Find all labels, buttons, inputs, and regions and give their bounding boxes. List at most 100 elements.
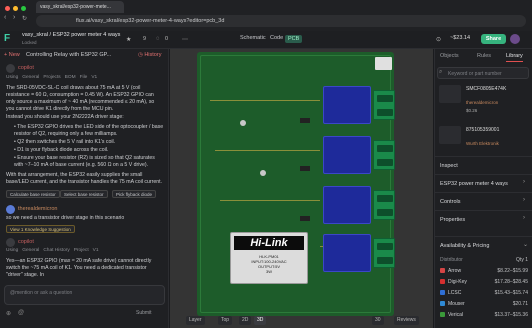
copper-trace: [320, 246, 323, 247]
terminal-slot: [377, 159, 393, 166]
tab-objects[interactable]: Objects: [440, 53, 459, 59]
action-chip[interactable]: Pick flyback diode: [112, 190, 157, 198]
collaborator-count: 9: [143, 36, 147, 42]
part-thumbnail[interactable]: [439, 126, 461, 144]
hilink-brand: Hi-Link: [234, 236, 304, 250]
terminal-slot: [377, 209, 393, 216]
distributor-price: $17.28–$28.45: [494, 279, 528, 285]
bom-price[interactable]: ~$23.14: [450, 35, 470, 41]
action-chip[interactable]: Select base resistor: [60, 190, 108, 198]
distributor-price: $8.22–$15.99: [497, 268, 528, 274]
section-inspect[interactable]: Inspect: [434, 156, 532, 174]
back-icon[interactable]: ‹: [4, 14, 6, 21]
message-paragraph: With that arrangement, the ESP32 easily …: [6, 172, 162, 185]
mode-schematic[interactable]: Schematic: [240, 35, 266, 41]
context-tab[interactable]: BOM: [65, 75, 76, 80]
layer-button[interactable]: Layer: [186, 316, 205, 325]
mention-icon[interactable]: @: [18, 310, 24, 316]
context-tab[interactable]: File: [80, 75, 88, 80]
part-name[interactable]: 875105359001: [466, 127, 499, 133]
chevron-down-icon: ⌄: [523, 242, 529, 248]
smd-component[interactable]: [300, 166, 310, 171]
maximize-window-button[interactable]: [21, 6, 26, 11]
context-tab[interactable]: General: [22, 248, 39, 253]
terminal-slot: [377, 145, 393, 152]
chat-input[interactable]: @mention or ask a question: [4, 285, 165, 305]
flux-logo-icon[interactable]: F: [4, 33, 16, 45]
library-search-input[interactable]: Keyword or part number: [437, 67, 529, 79]
distributor-price: $15.43–$15.74: [494, 290, 528, 296]
star-icon[interactable]: ★: [126, 36, 131, 43]
reviews-button[interactable]: Reviews: [394, 316, 419, 325]
smd-component[interactable]: [300, 216, 310, 221]
section-project[interactable]: ESP32 power meter 4 ways: [434, 174, 532, 192]
relay-k1[interactable]: [323, 86, 371, 124]
review-count[interactable]: 30: [372, 316, 384, 325]
tab-rules[interactable]: Rules: [477, 53, 491, 59]
context-tab[interactable]: Using: [6, 248, 18, 253]
terminal-slot: [377, 195, 393, 202]
mode-code[interactable]: Code: [270, 35, 283, 41]
context-tab[interactable]: Chat History: [43, 248, 69, 253]
chat-thread-title: Controlling Relay with ESP32 GP...: [26, 52, 112, 58]
history-button[interactable]: ◷ History: [138, 52, 161, 58]
part-author: Wurth Elektronik: [466, 141, 499, 146]
distributor-row[interactable]: Mouser $20.71: [440, 301, 528, 307]
relay-k3[interactable]: [323, 186, 371, 224]
part-author: therealdemicron: [466, 100, 499, 105]
chevron-right-icon: ›: [523, 197, 525, 203]
comment-icon[interactable]: ◌: [156, 36, 160, 42]
view-3d-button[interactable]: 3D: [254, 316, 267, 325]
forward-icon[interactable]: ›: [13, 14, 15, 21]
distributor-row[interactable]: Digi-Key $17.28–$28.45: [440, 279, 528, 285]
minimize-window-button[interactable]: [13, 6, 18, 11]
terminal-block[interactable]: [373, 140, 395, 170]
relay-k4[interactable]: [323, 234, 371, 272]
copper-trace: [220, 200, 320, 201]
address-bar[interactable]: flux.ai/vasy_skral/esp32-power-meter-4-w…: [36, 15, 526, 27]
submit-button[interactable]: Submit: [136, 310, 152, 316]
action-chip[interactable]: Calculate base resistor: [6, 190, 60, 198]
user-avatar[interactable]: [510, 34, 520, 44]
distributor-row[interactable]: LCSC $15.43–$15.74: [440, 290, 528, 296]
project-title[interactable]: vasy_skral / ESP32 power meter 4 ways: [22, 32, 120, 38]
context-tab[interactable]: Project: [74, 248, 89, 253]
attach-icon[interactable]: ⊕: [6, 310, 11, 317]
mode-pcb[interactable]: PCB: [285, 35, 303, 43]
part-thumbnail[interactable]: [439, 85, 461, 103]
context-tab[interactable]: General: [22, 75, 39, 80]
section-controls[interactable]: Controls: [434, 192, 532, 210]
distributor-row[interactable]: Arrow $8.22–$15.99: [440, 268, 528, 274]
more-icon[interactable]: ⋯: [182, 36, 188, 43]
distributor-header-label: Distributor: [440, 257, 463, 263]
context-tab[interactable]: V1: [91, 75, 97, 80]
new-chat-label: New: [8, 52, 20, 58]
share-button[interactable]: Share: [481, 34, 506, 44]
digikey-logo-icon: [440, 279, 445, 285]
new-chat-button[interactable]: + New: [4, 52, 20, 58]
distributor-row[interactable]: Verical $13.37–$15.36: [440, 312, 528, 318]
bullet-item: • D1 is your flyback diode across the co…: [14, 147, 109, 153]
smd-component[interactable]: [300, 118, 310, 123]
cart-icon[interactable]: ⊙: [436, 36, 441, 43]
reload-icon[interactable]: ↻: [22, 15, 27, 22]
context-tab[interactable]: V1: [93, 248, 99, 253]
part-name[interactable]: SMCF0805E474K: [466, 86, 506, 92]
section-availability[interactable]: Availability & Pricing: [434, 236, 532, 254]
bullet-text: Q2 then switches the 5 V rail into K1's …: [17, 139, 116, 145]
terminal-block[interactable]: [373, 238, 395, 268]
top-view-button[interactable]: Top: [218, 316, 233, 325]
section-properties[interactable]: Properties: [434, 210, 532, 228]
browser-tab[interactable]: vasy_skral/esp32-power-mete...: [36, 1, 124, 13]
distributor-price: $13.37–$15.36: [494, 312, 528, 318]
tab-library[interactable]: Library: [506, 53, 523, 62]
close-window-button[interactable]: [5, 6, 10, 11]
terminal-block[interactable]: [373, 190, 395, 220]
context-tab[interactable]: Using: [6, 75, 18, 80]
copper-trace: [210, 100, 320, 101]
context-tab[interactable]: Projects: [43, 75, 60, 80]
relay-k2[interactable]: [323, 136, 371, 174]
terminal-block[interactable]: [373, 90, 395, 120]
view-2d-button[interactable]: 2D: [239, 316, 252, 325]
knowledge-suggestion-chip[interactable]: View 1 Knowledge Suggestion: [6, 225, 75, 233]
